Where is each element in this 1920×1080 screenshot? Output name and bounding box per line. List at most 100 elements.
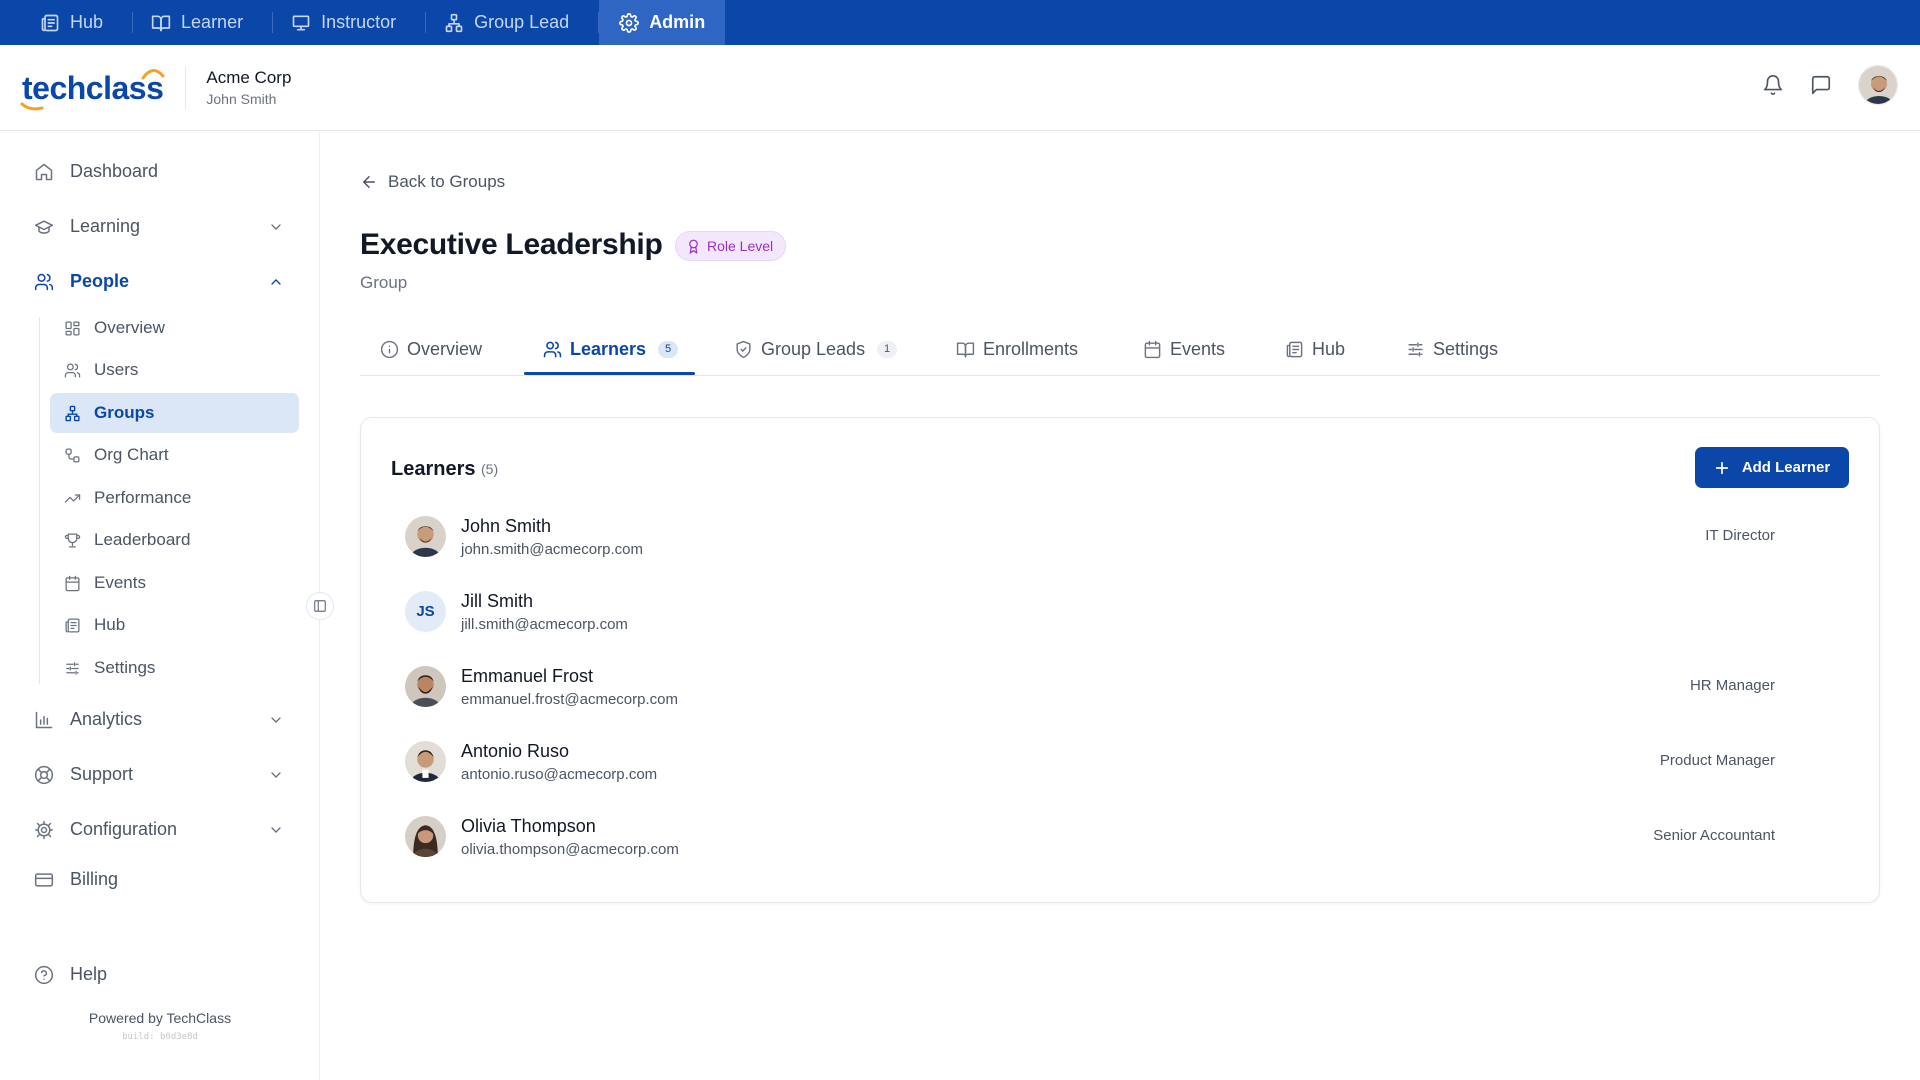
learner-row[interactable]: Emmanuel Frost emmanuel.frost@acmecorp.c… bbox=[405, 656, 1825, 716]
sidebar-item-label: Users bbox=[94, 360, 139, 379]
learner-avatar-initials: JS bbox=[405, 591, 446, 632]
tab-settings[interactable]: Settings bbox=[1406, 322, 1498, 376]
role-tab-label: Instructor bbox=[321, 12, 397, 32]
learner-row[interactable]: Antonio Ruso antonio.ruso@acmecorp.com P… bbox=[405, 731, 1825, 791]
nav-label: Analytics bbox=[70, 709, 143, 729]
add-learner-button[interactable]: Add Learner bbox=[1695, 447, 1849, 488]
bell-icon[interactable] bbox=[1762, 74, 1784, 96]
page-subtitle: Group bbox=[360, 273, 408, 292]
award-icon bbox=[686, 239, 701, 254]
sidebar-item-performance[interactable]: Performance bbox=[50, 478, 299, 518]
nav-billing[interactable]: Billing bbox=[34, 869, 284, 890]
learner-name: Antonio Ruso bbox=[461, 741, 570, 761]
sidebar-item-hub[interactable]: Hub bbox=[50, 605, 299, 645]
user-avatar[interactable] bbox=[1858, 65, 1898, 105]
sidebar-item-leaderboard[interactable]: Leaderboard bbox=[50, 520, 299, 560]
nav-help[interactable]: Help bbox=[34, 964, 284, 985]
tab-label: Hub bbox=[1312, 338, 1346, 359]
learner-row[interactable]: John Smith john.smith@acmecorp.com IT Di… bbox=[405, 506, 1825, 566]
techclass-logo[interactable]: techclass bbox=[20, 68, 165, 110]
nav-label: People bbox=[70, 271, 130, 291]
role-tab-admin[interactable]: Admin bbox=[599, 0, 726, 45]
sidebar-item-label: Leaderboard bbox=[94, 530, 191, 549]
users-icon bbox=[34, 272, 54, 292]
top-role-bar: Hub Learner Instructor Group Lead Admin bbox=[0, 0, 1920, 45]
gear-icon bbox=[34, 820, 54, 840]
arrow-left-icon bbox=[360, 173, 378, 191]
nav-configuration[interactable]: Configuration bbox=[34, 819, 284, 840]
tab-overview[interactable]: Overview bbox=[380, 322, 482, 376]
nav-analytics[interactable]: Analytics bbox=[34, 709, 284, 730]
learners-card: Learners (5) Add Learner John Smith john… bbox=[360, 417, 1880, 903]
sidebar-item-org-chart[interactable]: Org Chart bbox=[50, 435, 299, 475]
learner-role: Product Manager bbox=[1659, 752, 1775, 769]
nav-dashboard[interactable]: Dashboard bbox=[34, 161, 284, 182]
book-open-icon bbox=[956, 340, 975, 359]
tab-label: Events bbox=[1170, 338, 1226, 359]
tab-group-leads[interactable]: Group Leads 1 bbox=[734, 322, 898, 376]
learner-name: Jill Smith bbox=[461, 591, 534, 611]
nav-support[interactable]: Support bbox=[34, 764, 284, 785]
sidebar-item-overview[interactable]: Overview bbox=[50, 308, 299, 348]
home-icon bbox=[34, 162, 54, 182]
role-tab-label: Hub bbox=[70, 12, 104, 32]
sidebar-item-events[interactable]: Events bbox=[50, 563, 299, 603]
role-tab-group-lead[interactable]: Group Lead bbox=[426, 0, 600, 45]
role-tab-learner[interactable]: Learner bbox=[133, 0, 274, 45]
newspaper-icon bbox=[1285, 340, 1304, 359]
shield-check-icon bbox=[734, 340, 753, 359]
newspaper-icon bbox=[64, 617, 81, 634]
learner-row[interactable]: Olivia Thompson olivia.thompson@acmecorp… bbox=[405, 806, 1825, 866]
nav-label: Help bbox=[70, 964, 108, 984]
back-label: Back to Groups bbox=[388, 172, 506, 191]
active-tab-indicator bbox=[524, 372, 695, 375]
company-name: Acme Corp bbox=[206, 68, 292, 87]
tab-label: Learners bbox=[570, 338, 647, 359]
tab-enrollments[interactable]: Enrollments bbox=[956, 322, 1078, 376]
gear-icon bbox=[619, 12, 640, 33]
role-tab-instructor[interactable]: Instructor bbox=[273, 0, 427, 45]
add-learner-label: Add Learner bbox=[1741, 459, 1831, 476]
tab-hub[interactable]: Hub bbox=[1285, 322, 1345, 376]
calendar-icon bbox=[1143, 340, 1162, 359]
sidebar-item-settings[interactable]: Settings bbox=[50, 648, 299, 688]
tab-label: Enrollments bbox=[983, 338, 1079, 359]
learner-avatar bbox=[405, 666, 446, 707]
nav-people[interactable]: People bbox=[34, 271, 284, 292]
chevron-down-icon bbox=[268, 712, 284, 728]
learner-role: Senior Accountant bbox=[1653, 827, 1775, 844]
role-tab-hub[interactable]: Hub bbox=[22, 0, 134, 45]
sidebar-item-label: Groups bbox=[94, 403, 155, 422]
nav-learning[interactable]: Learning bbox=[34, 216, 284, 237]
tab-learners[interactable]: Learners 5 bbox=[543, 322, 679, 376]
learner-row[interactable]: JS Jill Smith jill.smith@acmecorp.com bbox=[405, 581, 1825, 641]
powered-by: Powered by TechClass bbox=[88, 1010, 232, 1026]
learner-avatar bbox=[405, 816, 446, 857]
network-icon bbox=[444, 13, 464, 33]
tab-events[interactable]: Events bbox=[1143, 322, 1225, 376]
logo-swoosh-icon bbox=[20, 102, 44, 110]
learner-avatar bbox=[405, 516, 446, 557]
build-id: build: b0d3e8d bbox=[122, 1032, 198, 1042]
sidebar-collapse-button[interactable] bbox=[306, 592, 334, 620]
sidebar-item-users[interactable]: Users bbox=[50, 350, 299, 390]
tab-label: Overview bbox=[407, 338, 483, 359]
network-icon bbox=[64, 405, 81, 422]
plus-icon bbox=[1714, 460, 1730, 476]
role-tab-label: Admin bbox=[649, 12, 706, 32]
help-circle-icon bbox=[34, 965, 54, 985]
learner-name: Olivia Thompson bbox=[461, 816, 596, 836]
calendar-icon bbox=[64, 575, 81, 592]
sidebar: Dashboard Learning People Overview Users… bbox=[0, 131, 320, 1080]
learner-avatar bbox=[405, 741, 446, 782]
back-to-groups-link[interactable]: Back to Groups bbox=[360, 172, 505, 192]
group-tabs: Overview Learners 5 Group Leads 1 Enroll… bbox=[360, 322, 1880, 376]
graduation-cap-icon bbox=[34, 217, 54, 237]
role-tab-label: Learner bbox=[181, 12, 244, 32]
message-icon[interactable] bbox=[1810, 74, 1832, 96]
trophy-icon bbox=[64, 532, 81, 549]
sidebar-item-groups[interactable]: Groups bbox=[50, 393, 299, 433]
chevron-down-icon bbox=[268, 822, 284, 838]
chevron-up-icon bbox=[268, 274, 284, 290]
learner-email: olivia.thompson@acmecorp.com bbox=[461, 841, 679, 858]
